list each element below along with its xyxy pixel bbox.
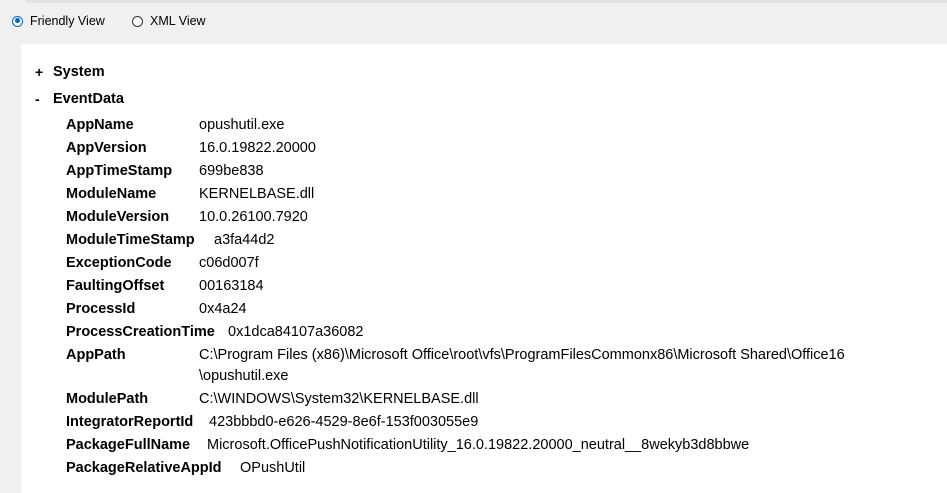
field-value: Microsoft.OfficePushNotificationUtility_… xyxy=(207,437,750,453)
field-key: AppName xyxy=(66,117,134,133)
xml-view-radio[interactable]: XML View xyxy=(132,14,206,28)
collapse-toggle-icon[interactable]: - xyxy=(35,91,53,107)
tree-node-label: System xyxy=(53,64,105,80)
field-value: 16.0.19822.20000 xyxy=(199,140,316,156)
field-row: ModuleVersion 10.0.26100.7920 xyxy=(66,208,308,226)
field-row: ModuleTimeStamp a3fa44d2 xyxy=(66,231,274,249)
tree-node-label: EventData xyxy=(53,91,124,107)
field-value: 423bbbd0-e626-4529-8e6f-153f003055e9 xyxy=(209,414,479,430)
field-key: ProcessCreationTime xyxy=(66,324,215,340)
field-value: opushutil.exe xyxy=(199,117,285,133)
field-row: AppName opushutil.exe xyxy=(66,116,284,134)
field-value: 0x1dca84107a36082 xyxy=(228,324,364,340)
field-value: C:\WINDOWS\System32\KERNELBASE.dll xyxy=(199,391,479,407)
radio-unchecked-icon xyxy=(132,15,143,27)
event-details-panel: + System - EventData AppName opushutil.ex… xyxy=(21,44,947,493)
field-value: 699be838 xyxy=(199,163,264,179)
field-value: C:\Program Files (x86)\Microsoft Office\… xyxy=(199,347,845,363)
field-row: PackageFullName Microsoft.OfficePushNotif… xyxy=(66,436,749,454)
field-value: c06d007f xyxy=(199,255,259,271)
field-key: IntegratorReportId xyxy=(66,414,194,430)
field-key: AppVersion xyxy=(66,140,147,156)
field-key: PackageFullName xyxy=(66,437,191,453)
xml-view-label: XML View xyxy=(150,14,206,28)
field-key: FaultingOffset xyxy=(66,278,165,294)
field-row: AppVersion 16.0.19822.20000 xyxy=(66,139,316,157)
field-row: ModulePath C:\WINDOWS\System32\KERNELBASE… xyxy=(66,390,479,408)
tree-node-system[interactable]: + System xyxy=(35,64,105,80)
field-row: FaultingOffset 00163184 xyxy=(66,277,264,295)
field-value: a3fa44d2 xyxy=(214,232,275,248)
field-value: 10.0.26100.7920 xyxy=(199,209,308,225)
field-key: ExceptionCode xyxy=(66,255,172,271)
field-value: \opushutil.exe xyxy=(199,368,289,384)
field-value-continuation: \opushutil.exe xyxy=(199,367,288,385)
field-key: AppPath xyxy=(66,347,126,363)
field-value: 0x4a24 xyxy=(199,301,247,317)
field-row: ProcessCreationTime 0x1dca84107a36082 xyxy=(66,323,363,341)
field-key: ModuleTimeStamp xyxy=(66,232,195,248)
field-row: ExceptionCode c06d007f xyxy=(66,254,259,272)
field-row: PackageRelativeAppId OPushUtil xyxy=(66,459,305,477)
view-toolbar: Friendly View XML View xyxy=(0,0,947,44)
field-row: ProcessId 0x4a24 xyxy=(66,300,247,318)
field-row: ModuleName KERNELBASE.dll xyxy=(66,185,314,203)
field-key: ModuleVersion xyxy=(66,209,170,225)
friendly-view-radio[interactable]: Friendly View xyxy=(12,14,105,28)
tree-node-eventdata[interactable]: - EventData xyxy=(35,91,124,107)
field-key: AppTimeStamp xyxy=(66,163,173,179)
field-key: ModulePath xyxy=(66,391,149,407)
field-value: KERNELBASE.dll xyxy=(199,186,315,202)
expand-toggle-icon[interactable]: + xyxy=(35,64,53,80)
toolbar-divider xyxy=(26,0,947,3)
field-row: AppPath C:\Program Files (x86)\Microsoft … xyxy=(66,346,845,364)
friendly-view-label: Friendly View xyxy=(30,14,105,28)
field-key: ProcessId xyxy=(66,301,136,317)
field-row: AppTimeStamp 699be838 xyxy=(66,162,264,180)
field-key: ModuleName xyxy=(66,186,157,202)
field-key: PackageRelativeAppId xyxy=(66,460,222,476)
field-row: IntegratorReportId 423bbbd0-e626-4529-8e6… xyxy=(66,413,478,431)
radio-checked-icon xyxy=(12,15,23,27)
field-value: OPushUtil xyxy=(240,460,306,476)
field-value: 00163184 xyxy=(199,278,264,294)
